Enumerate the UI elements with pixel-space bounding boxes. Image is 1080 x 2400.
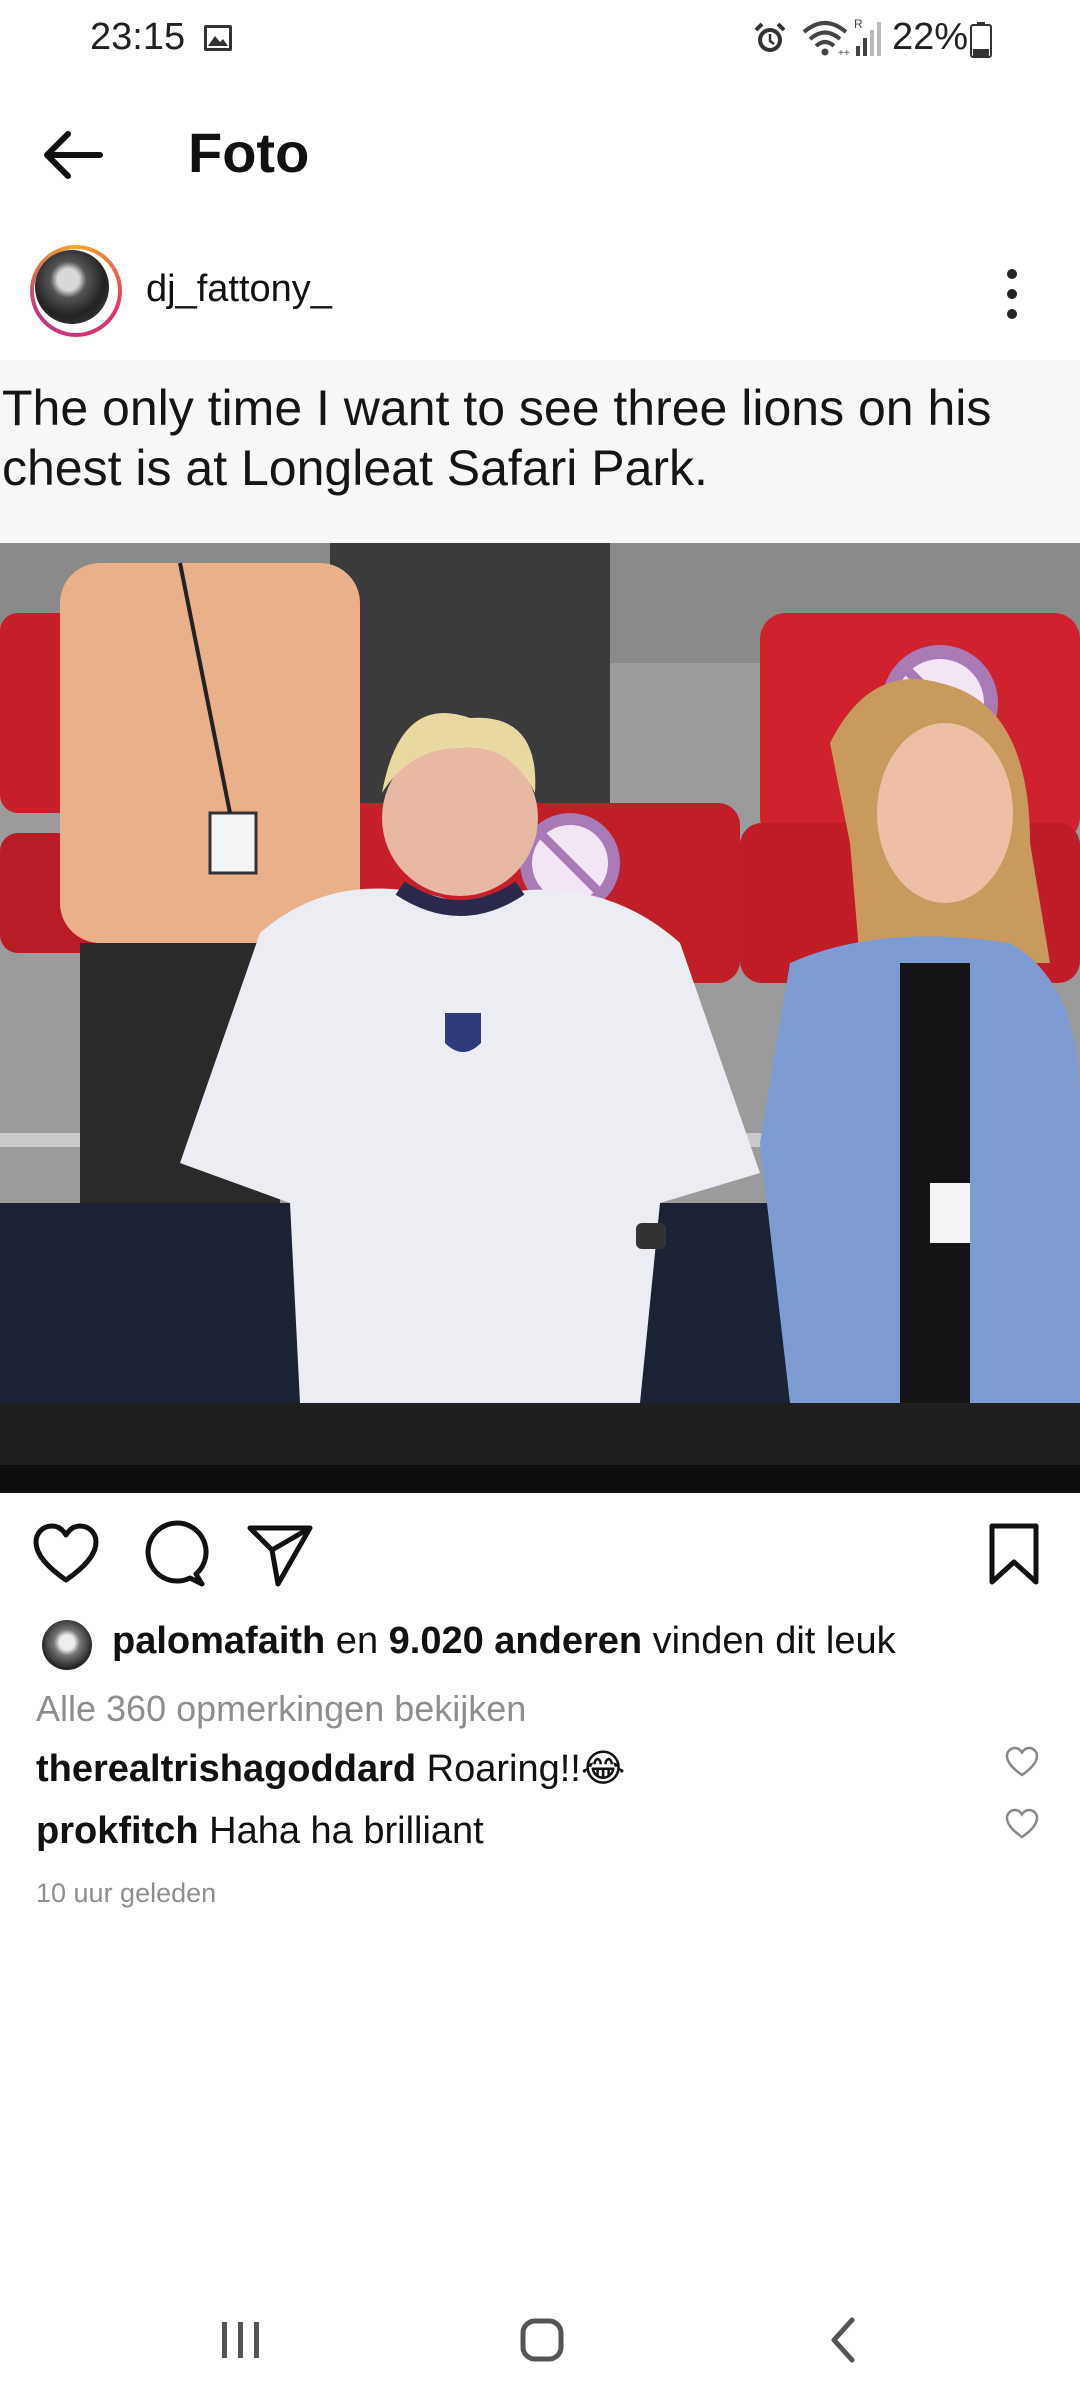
likes-suffix: vinden dit leuk (642, 1620, 896, 1662)
back-icon[interactable] (826, 2314, 860, 2366)
alarm-icon (754, 22, 786, 52)
svg-text:R: R (854, 17, 863, 31)
view-all-comments-link[interactable]: Alle 360 opmerkingen bekijken (36, 1688, 526, 1730)
save-button[interactable] (978, 1518, 1050, 1590)
gallery-icon (204, 25, 232, 51)
status-time: 23:15 (90, 16, 186, 58)
comment-like-icon[interactable] (1004, 1744, 1040, 1780)
likes-count[interactable]: 9.020 anderen (389, 1620, 642, 1662)
comment-text: Haha ha brilliant (198, 1810, 484, 1852)
image-bottom-edge (0, 1465, 1080, 1493)
meme-caption-area: The only time I want to see three lions … (0, 360, 1080, 543)
post-author-avatar[interactable] (30, 245, 122, 337)
meme-photo (0, 543, 1080, 1403)
share-button[interactable] (244, 1518, 316, 1590)
wifi-icon: ++ (802, 21, 850, 58)
recent-apps-icon[interactable] (218, 2318, 264, 2362)
likes-summary[interactable]: palomafaith en 9.020 anderen vinden dit … (112, 1620, 896, 1663)
page-title: Foto (188, 121, 310, 184)
comment-username[interactable]: therealtrishagoddard (36, 1748, 416, 1790)
battery-icon (970, 22, 992, 58)
comment-button[interactable] (138, 1518, 210, 1590)
likes-connector: en (325, 1620, 389, 1662)
signal-icon: R (854, 17, 881, 56)
liker-username[interactable]: palomafaith (112, 1620, 325, 1662)
like-button[interactable] (30, 1518, 102, 1590)
liker-avatar[interactable] (42, 1620, 92, 1670)
post-image[interactable]: The only time I want to see three lions … (0, 360, 1080, 1493)
avatar (35, 250, 109, 324)
battery-percentage: 22% (892, 16, 969, 58)
comment-item: prokfitch Haha ha brilliant (36, 1810, 484, 1853)
meme-caption: The only time I want to see three lions … (2, 380, 992, 496)
comment-item: therealtrishagoddard Roaring!!😂 (36, 1746, 625, 1791)
comment-username[interactable]: prokfitch (36, 1810, 199, 1852)
comment-text: Roaring!!😂 (416, 1748, 626, 1790)
post-username[interactable]: dj_fattony_ (146, 268, 332, 311)
post-timestamp: 10 uur geleden (36, 1878, 217, 1908)
more-options-button[interactable] (992, 262, 1032, 326)
back-button[interactable] (30, 110, 120, 200)
svg-text:++: ++ (838, 48, 850, 58)
home-icon[interactable] (518, 2316, 566, 2364)
status-bar: 23:15 ++ R 22% (0, 0, 1080, 80)
comment-like-icon[interactable] (1004, 1806, 1040, 1842)
